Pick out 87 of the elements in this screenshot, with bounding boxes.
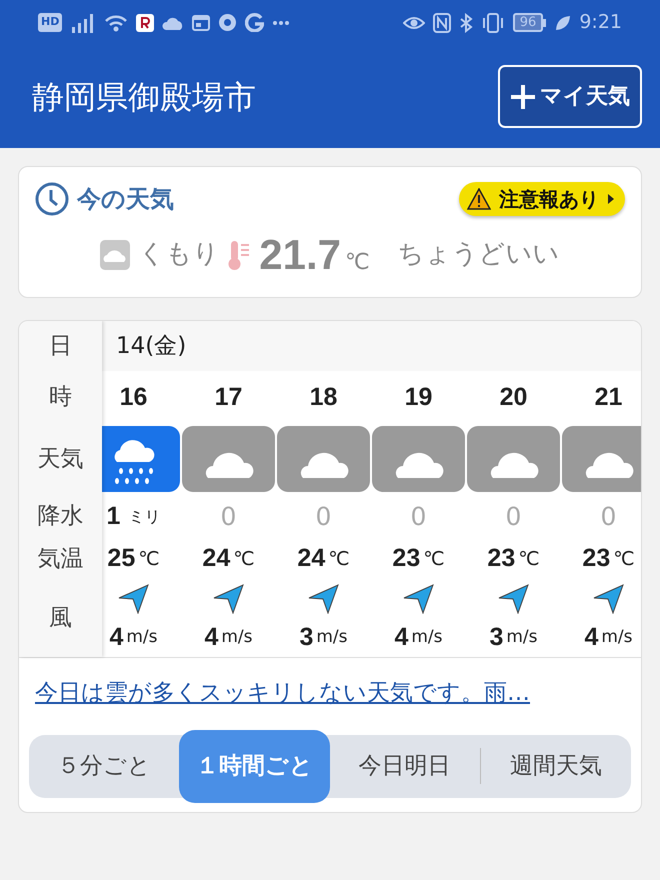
precipitation: 1 — [106, 500, 120, 532]
temperature: 24 — [297, 543, 326, 574]
row-label: 降水 — [36, 502, 84, 532]
wind-speed: 4 — [584, 622, 598, 654]
cloud-icon — [372, 426, 465, 492]
hour-label: 21 — [594, 382, 622, 413]
wind-speed-unit: m/s — [506, 626, 538, 650]
more-icon — [272, 20, 290, 26]
browser-icon — [218, 13, 238, 32]
row-label: 時 — [48, 383, 73, 412]
wind-speed-unit: m/s — [601, 626, 633, 650]
temperature: 23 — [582, 543, 610, 574]
wind-direction-icon — [118, 584, 150, 614]
wind-speed-unit: m/s — [221, 626, 253, 650]
row-label: 天気 — [36, 444, 84, 474]
precipitation: 0 — [410, 500, 426, 533]
wifi-icon — [104, 12, 128, 32]
cloud-icon — [162, 16, 184, 30]
wind-direction-icon — [308, 584, 340, 614]
wind-speed-unit: m/s — [126, 626, 158, 650]
clock-time: 9:21 — [579, 10, 622, 36]
bluetooth-icon — [458, 12, 473, 32]
precipitation: 0 — [220, 500, 236, 533]
wind-direction-icon — [212, 584, 244, 614]
g-app-icon — [245, 13, 264, 32]
row-label: 風 — [48, 604, 73, 633]
forecast-tab[interactable]: 今日明日 — [330, 730, 480, 802]
cloud-icon — [100, 240, 130, 270]
wind-speed: 3 — [489, 622, 504, 654]
caret-icon — [607, 193, 615, 205]
calendar-icon — [192, 14, 210, 30]
cloud-icon — [467, 426, 560, 492]
wind-speed-unit: m/s — [316, 626, 348, 650]
temperature: 25 — [107, 543, 136, 574]
hour-label: 16 — [120, 382, 148, 413]
wind-speed: 4 — [109, 622, 124, 654]
temperature: 24 — [202, 543, 230, 574]
date-label: 14(金) — [116, 332, 186, 361]
plus-icon — [510, 84, 536, 110]
hour-label: 18 — [310, 382, 338, 413]
row-label: 気温 — [36, 544, 84, 574]
wind-direction-icon — [592, 584, 624, 614]
warning-badge[interactable]: 注意報あり — [459, 182, 625, 216]
hour-label: 19 — [404, 382, 432, 413]
temperature-unit: ℃ — [613, 546, 635, 572]
wind-speed: 4 — [394, 622, 408, 654]
hour-label: 20 — [500, 382, 528, 413]
add-my-weather-button[interactable]: マイ天気 — [498, 65, 642, 128]
cloud-icon — [182, 426, 275, 492]
hour-label: 17 — [214, 382, 242, 413]
precipitation: 0 — [600, 500, 616, 533]
battery-level: 96 — [512, 13, 544, 32]
row-label: 日 — [48, 332, 73, 361]
hd-badge: HD — [38, 13, 62, 32]
precipitation: 0 — [506, 500, 522, 533]
temperature: 23 — [487, 543, 516, 574]
clock-icon — [35, 182, 69, 216]
nfc-icon — [432, 12, 451, 32]
comfort-label: ちょうどいい — [398, 238, 560, 271]
wind-speed-unit: m/s — [411, 626, 443, 650]
thermometer-icon — [227, 238, 252, 270]
temperature-unit: ℃ — [423, 546, 445, 572]
temperature: 23 — [392, 543, 420, 574]
forecast-summary-link[interactable]: 今日は雲が多くスッキリしない天気です。雨… — [35, 680, 530, 706]
leaf-icon — [555, 14, 572, 30]
temperature-unit: ℃ — [518, 546, 540, 572]
vibrate-icon — [480, 12, 505, 32]
temperature-unit: ℃ — [138, 546, 160, 572]
section-title: 今の天気 — [77, 184, 174, 215]
app-icon — [136, 14, 154, 32]
forecast-tab[interactable]: ５分ごと — [29, 730, 180, 802]
wind-direction-icon — [402, 584, 434, 614]
temperature-unit: ℃ — [233, 546, 255, 572]
forecast-tab[interactable]: 週間天気 — [480, 730, 631, 802]
temperature-unit: ℃ — [328, 546, 350, 572]
temperature-unit: ℃ — [345, 249, 370, 277]
cloud-icon — [277, 426, 370, 492]
weather-condition: くもり — [138, 238, 220, 271]
temperature: 21.7 — [259, 230, 342, 280]
precipitation: 0 — [316, 500, 332, 533]
precipitation-unit: ミリ — [128, 506, 160, 528]
wind-direction-icon — [498, 584, 530, 614]
wind-speed: 3 — [299, 622, 314, 654]
wind-speed: 4 — [204, 622, 218, 654]
eye-icon — [402, 14, 425, 30]
warning-icon — [467, 188, 491, 210]
page-title: 静岡県御殿場市 — [32, 76, 256, 118]
